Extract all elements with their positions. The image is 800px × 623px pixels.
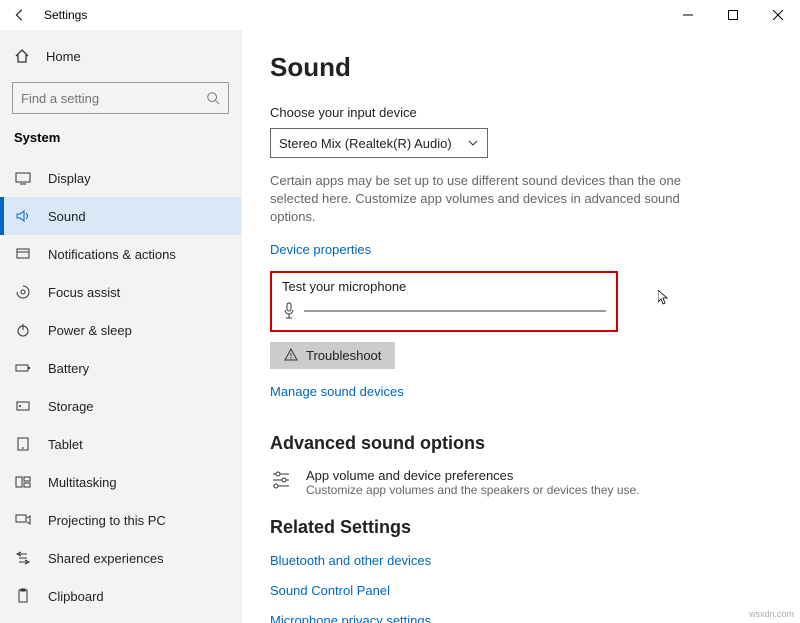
notifications-icon — [14, 246, 32, 262]
focus-icon — [14, 284, 32, 300]
chevron-down-icon — [467, 137, 479, 149]
multitask-icon — [14, 474, 32, 490]
nav-shared[interactable]: Shared experiences — [0, 539, 241, 577]
home-label: Home — [46, 49, 81, 64]
test-mic-label: Test your microphone — [282, 279, 606, 294]
nav-notifications[interactable]: Notifications & actions — [0, 235, 241, 273]
nav-label: Focus assist — [48, 285, 120, 300]
sidebar: Home System Display Sound Notifications … — [0, 30, 242, 623]
search-input[interactable] — [21, 91, 206, 106]
sound-icon — [14, 208, 32, 224]
troubleshoot-button[interactable]: Troubleshoot — [270, 342, 395, 369]
device-properties-link[interactable]: Device properties — [270, 242, 371, 257]
nav-tablet[interactable]: Tablet — [0, 425, 241, 463]
battery-icon — [14, 360, 32, 376]
cursor-icon — [658, 290, 670, 306]
clipboard-icon — [14, 588, 32, 604]
search-box[interactable] — [12, 82, 229, 114]
nav-label: Tablet — [48, 437, 83, 452]
nav-clipboard[interactable]: Clipboard — [0, 577, 241, 615]
related-mic-privacy-link[interactable]: Microphone privacy settings — [270, 613, 431, 623]
sliders-icon — [270, 468, 292, 490]
shared-icon — [14, 550, 32, 566]
nav-storage[interactable]: Storage — [0, 387, 241, 425]
nav-label: Power & sleep — [48, 323, 132, 338]
nav-label: Storage — [48, 399, 94, 414]
power-icon — [14, 322, 32, 338]
projecting-icon — [14, 512, 32, 528]
nav-display[interactable]: Display — [0, 159, 241, 197]
input-device-dropdown[interactable]: Stereo Mix (Realtek(R) Audio) — [270, 128, 488, 158]
minimize-button[interactable] — [665, 0, 710, 30]
home-button[interactable]: Home — [0, 38, 241, 74]
nav-label: Notifications & actions — [48, 247, 176, 262]
display-icon — [14, 170, 32, 186]
nav-label: Shared experiences — [48, 551, 164, 566]
content-pane: Sound Choose your input device Stereo Mi… — [242, 30, 800, 623]
pref-title: App volume and device preferences — [306, 468, 640, 483]
watermark: wsxdn.com — [749, 609, 794, 619]
search-icon — [206, 91, 220, 105]
related-heading: Related Settings — [270, 517, 772, 538]
nav-sound[interactable]: Sound — [0, 197, 241, 235]
nav-power[interactable]: Power & sleep — [0, 311, 241, 349]
nav-label: Multitasking — [48, 475, 117, 490]
related-bluetooth-link[interactable]: Bluetooth and other devices — [270, 553, 431, 568]
app-volume-pref[interactable]: App volume and device preferences Custom… — [270, 468, 772, 497]
page-title: Sound — [270, 52, 772, 83]
mic-level-bar — [304, 310, 606, 312]
nav-label: Display — [48, 171, 91, 186]
dropdown-value: Stereo Mix (Realtek(R) Audio) — [279, 136, 452, 151]
window-title: Settings — [44, 8, 87, 22]
warning-icon — [284, 348, 298, 362]
nav-battery[interactable]: Battery — [0, 349, 241, 387]
advanced-heading: Advanced sound options — [270, 433, 772, 454]
nav-focus[interactable]: Focus assist — [0, 273, 241, 311]
input-device-label: Choose your input device — [270, 105, 772, 120]
nav-list: Display Sound Notifications & actions Fo… — [0, 159, 241, 615]
titlebar: Settings — [0, 0, 800, 30]
input-help-text: Certain apps may be set up to use differ… — [270, 172, 700, 227]
nav-projecting[interactable]: Projecting to this PC — [0, 501, 241, 539]
maximize-button[interactable] — [710, 0, 755, 30]
nav-label: Projecting to this PC — [48, 513, 166, 528]
troubleshoot-label: Troubleshoot — [306, 348, 381, 363]
nav-label: Sound — [48, 209, 86, 224]
nav-label: Clipboard — [48, 589, 104, 604]
storage-icon — [14, 398, 32, 414]
back-button[interactable] — [10, 5, 30, 25]
tablet-icon — [14, 436, 32, 452]
close-button[interactable] — [755, 0, 800, 30]
nav-label: Battery — [48, 361, 89, 376]
home-icon — [14, 48, 30, 64]
test-microphone-box: Test your microphone — [270, 271, 618, 332]
related-soundcp-link[interactable]: Sound Control Panel — [270, 583, 390, 598]
manage-devices-link[interactable]: Manage sound devices — [270, 384, 404, 399]
category-label: System — [0, 124, 241, 159]
nav-multitask[interactable]: Multitasking — [0, 463, 241, 501]
pref-sub: Customize app volumes and the speakers o… — [306, 483, 640, 497]
microphone-icon — [282, 302, 296, 320]
